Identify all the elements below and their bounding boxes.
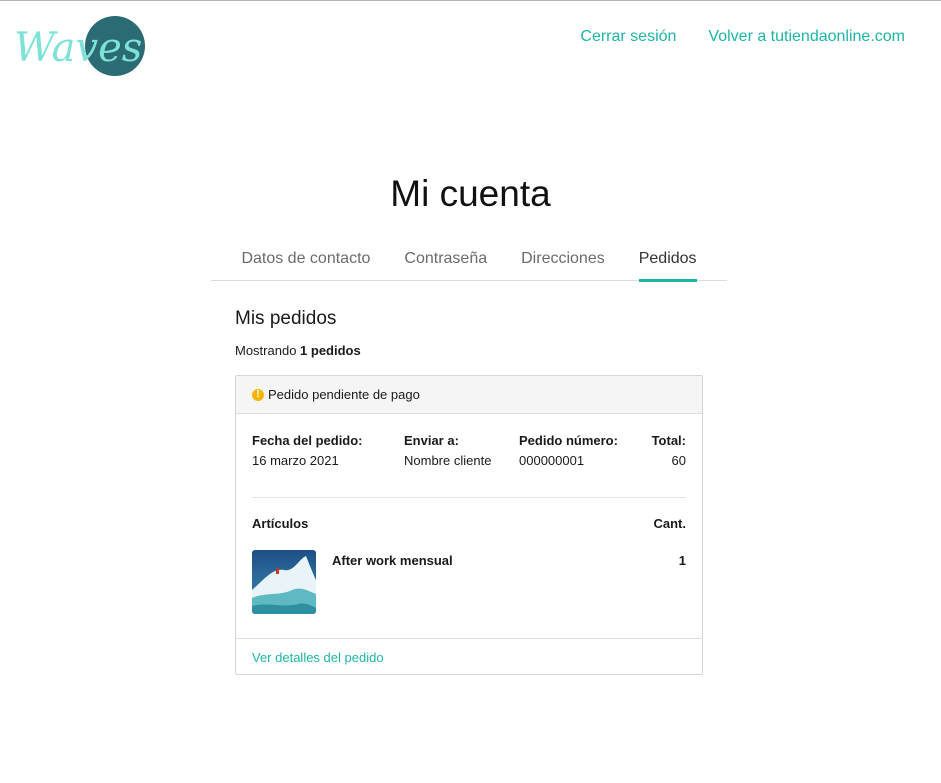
order-status-bar: ! Pedido pendiente de pago — [236, 376, 702, 414]
items-label: Artículos — [252, 516, 309, 531]
order-status: Pedido pendiente de pago — [268, 387, 420, 402]
svg-text:Waves: Waves — [14, 25, 142, 71]
order-number: 000000001 — [519, 453, 585, 468]
order-details-link[interactable]: Ver detalles del pedido — [252, 650, 384, 665]
product-thumbnail — [252, 550, 316, 614]
tab-addresses[interactable]: Direcciones — [521, 245, 605, 281]
order-number-label: Pedido número: — [519, 433, 618, 448]
showing-prefix: Mostrando — [235, 343, 297, 358]
orders-count: Mostrando 1 pedidos — [235, 343, 361, 358]
top-nav: Cerrar sesión Volver a tutiendaonline.co… — [580, 28, 905, 46]
wave-photo-icon — [252, 550, 316, 614]
item-qty: 1 — [678, 553, 686, 568]
tab-password[interactable]: Contraseña — [404, 245, 487, 281]
ship-to-col: Enviar a: Nombre cliente — [404, 431, 504, 471]
order-total-col: Total: 60 — [652, 431, 686, 471]
divider — [252, 497, 686, 498]
back-to-store-link[interactable]: Volver a tutiendaonline.com — [708, 28, 905, 46]
showing-count: 1 pedidos — [300, 343, 361, 358]
page-title: Mi cuenta — [390, 173, 551, 214]
order-date: 16 marzo 2021 — [252, 453, 339, 468]
items-header: Artículos Cant. — [252, 516, 686, 531]
order-card: ! Pedido pendiente de pago Fecha del ped… — [235, 375, 703, 675]
order-date-label: Fecha del pedido: — [252, 433, 363, 448]
tab-orders[interactable]: Pedidos — [638, 245, 697, 282]
warning-icon: ! — [252, 388, 264, 401]
order-total: 60 — [671, 453, 686, 468]
list-item: After work mensual 1 — [252, 550, 686, 614]
order-date-col: Fecha del pedido: 16 marzo 2021 — [252, 431, 402, 471]
order-footer: Ver detalles del pedido — [236, 638, 702, 675]
waves-logo-icon: Waves — [14, 16, 145, 76]
order-number-col: Pedido número: 000000001 — [519, 431, 619, 471]
brand-logo[interactable]: Waves — [12, 15, 148, 79]
ship-to-label: Enviar a: — [404, 433, 459, 448]
logout-link[interactable]: Cerrar sesión — [580, 28, 676, 46]
section-title: Mis pedidos — [235, 308, 337, 329]
tab-contact-details[interactable]: Datos de contacto — [241, 245, 370, 281]
item-name[interactable]: After work mensual — [332, 553, 453, 568]
order-info: Fecha del pedido: 16 marzo 2021 Enviar a… — [252, 431, 686, 498]
order-total-label: Total: — [651, 433, 686, 448]
ship-to-name: Nombre cliente — [404, 453, 492, 468]
account-tabs: Datos de contacto Contraseña Direcciones… — [211, 245, 727, 282]
qty-label: Cant. — [653, 516, 687, 531]
